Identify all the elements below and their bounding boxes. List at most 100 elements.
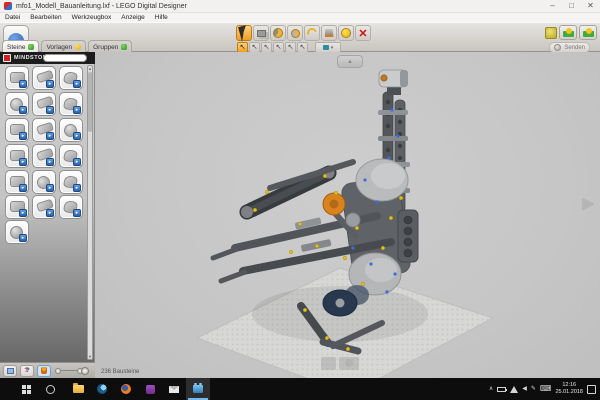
delete-cross-icon: ✕ <box>358 27 367 40</box>
delete-tool-button[interactable]: ✕ <box>355 25 371 41</box>
part-category-tile[interactable]: ▸ <box>5 195 29 219</box>
expand-badge-icon[interactable]: ▸ <box>19 234 27 242</box>
part-category-tile[interactable]: ▸ <box>5 92 29 116</box>
chevron-down-icon: ▾ <box>331 45 334 51</box>
expand-badge-icon[interactable]: ▸ <box>73 80 81 88</box>
store-button[interactable] <box>138 378 162 400</box>
expand-badge-icon[interactable]: ▸ <box>46 132 54 140</box>
part-category-tile[interactable]: ▸ <box>59 66 83 90</box>
tab-vorlagen-label: Vorlagen <box>46 44 72 51</box>
menu-hilfe[interactable]: Hilfe <box>150 14 173 21</box>
part-category-tile[interactable]: ▸ <box>32 170 56 194</box>
taskbar-clock[interactable]: 12:16 25.01.2018 <box>555 382 583 396</box>
part-category-tile[interactable]: ▸ <box>32 66 56 90</box>
screenshot-icon[interactable] <box>545 27 557 39</box>
scrollbar-thumb[interactable] <box>88 72 92 132</box>
palette-header: mindstorms <box>0 52 95 64</box>
scroll-up-icon[interactable]: ▲ <box>88 66 92 71</box>
keyboard-icon[interactable]: ⌨ <box>540 385 552 393</box>
part-category-tile[interactable]: ▸ <box>32 118 56 142</box>
action-center-icon[interactable] <box>587 385 596 394</box>
brick-icon <box>28 44 34 50</box>
paint-bucket-icon <box>325 29 334 37</box>
expand-badge-icon[interactable]: ▸ <box>46 158 54 166</box>
expand-badge-icon[interactable]: ▸ <box>73 132 81 140</box>
menu-anzeige[interactable]: Anzeige <box>116 14 150 21</box>
part-category-tile[interactable]: ▸ <box>5 66 29 90</box>
expand-badge-icon[interactable]: ▸ <box>73 184 81 192</box>
tray-chevron-icon[interactable]: ∧ <box>489 386 493 392</box>
edge-button[interactable] <box>90 378 114 400</box>
menu-werkzeugbox[interactable]: Werkzeugbox <box>67 14 117 21</box>
volume-icon[interactable]: ◀ <box>522 386 527 392</box>
palette-search-input[interactable] <box>43 54 87 62</box>
hinge-tool-button[interactable] <box>270 25 286 41</box>
select-tool-button[interactable] <box>236 25 252 41</box>
part-category-tile[interactable]: ▸ <box>59 170 83 194</box>
palette-view-button[interactable] <box>3 365 17 377</box>
start-button[interactable] <box>14 378 38 400</box>
palette-scrollbar[interactable]: ▲ ▼ <box>87 65 93 360</box>
expand-badge-icon[interactable]: ▸ <box>73 209 81 217</box>
camera-up-button[interactable]: ▲ <box>337 55 363 68</box>
mail-button[interactable] <box>162 378 186 400</box>
expand-badge-icon[interactable]: ▸ <box>73 158 81 166</box>
expand-badge-icon[interactable]: ▸ <box>19 106 27 114</box>
minifig-icon <box>75 44 81 50</box>
build-mode-button[interactable] <box>559 25 577 40</box>
tab-gruppen-label: Gruppen <box>93 44 118 51</box>
expand-badge-icon[interactable]: ▸ <box>73 106 81 114</box>
slider-track[interactable] <box>61 370 77 371</box>
expand-badge-icon[interactable]: ▸ <box>19 209 27 217</box>
maximize-button[interactable]: □ <box>562 0 581 13</box>
network-icon[interactable] <box>510 386 518 393</box>
pen-icon[interactable]: ✎ <box>531 386 536 392</box>
palette-group-button[interactable] <box>37 365 51 377</box>
part-category-tile[interactable]: ▸ <box>59 144 83 168</box>
part-category-tile[interactable]: ▸ <box>32 195 56 219</box>
clone-tool-button[interactable] <box>253 25 269 41</box>
menu-bearbeiten[interactable]: Bearbeiten <box>25 14 66 21</box>
firefox-button[interactable] <box>114 378 138 400</box>
paint-tool-button[interactable] <box>321 25 337 41</box>
lego-robot-model[interactable] <box>95 52 600 378</box>
cortana-button[interactable] <box>38 378 62 400</box>
expand-badge-icon[interactable]: ▸ <box>19 132 27 140</box>
slider-knob-large[interactable] <box>81 367 89 375</box>
file-explorer-button[interactable] <box>66 378 90 400</box>
expand-badge-icon[interactable]: ▸ <box>46 209 54 217</box>
3d-viewport[interactable]: ▲ ▶ 236 Bausteine <box>95 52 600 378</box>
menu-bar: Datei Bearbeiten Werkzeugbox Anzeige Hil… <box>0 13 600 22</box>
camera-right-button[interactable]: ▶ <box>582 194 594 212</box>
thumbnail-size-slider[interactable] <box>55 367 89 375</box>
expand-badge-icon[interactable]: ▸ <box>46 106 54 114</box>
ldd-taskbar-button[interactable] <box>186 378 210 400</box>
minifig-head-icon <box>566 28 572 34</box>
menu-datei[interactable]: Datei <box>0 14 25 21</box>
part-category-tile[interactable]: ▸ <box>5 118 29 142</box>
expand-badge-icon[interactable]: ▸ <box>46 184 54 192</box>
part-category-tile[interactable]: ▸ <box>5 144 29 168</box>
view-mode-button[interactable] <box>579 25 597 40</box>
palette-filter-button[interactable]: ?? <box>20 365 34 377</box>
close-button[interactable]: ✕ <box>581 0 600 13</box>
part-category-tile[interactable]: ▸ <box>5 170 29 194</box>
part-category-tile[interactable]: ▸ <box>32 92 56 116</box>
expand-badge-icon[interactable]: ▸ <box>19 184 27 192</box>
hide-tool-button[interactable] <box>338 25 354 41</box>
expand-badge-icon[interactable]: ▸ <box>46 80 54 88</box>
part-category-tile[interactable]: ▸ <box>59 92 83 116</box>
ldd-application-window: mfo1_Modell_Bauanleitung.lxf - LEGO Digi… <box>0 0 600 400</box>
flex-tool-button[interactable] <box>304 25 320 41</box>
scroll-down-icon[interactable]: ▼ <box>88 354 92 359</box>
part-category-tile[interactable]: ▸ <box>59 118 83 142</box>
hinge-align-tool-button[interactable] <box>287 25 303 41</box>
minimize-button[interactable]: – <box>543 0 562 13</box>
part-category-tile[interactable]: ▸ <box>5 220 29 244</box>
part-category-tile[interactable]: ▸ <box>59 195 83 219</box>
expand-badge-icon[interactable]: ▸ <box>19 80 27 88</box>
expand-badge-icon[interactable]: ▸ <box>19 158 27 166</box>
part-category-tile[interactable]: ▸ <box>32 144 56 168</box>
battery-icon[interactable] <box>497 387 506 392</box>
cursor-icon <box>238 25 250 42</box>
